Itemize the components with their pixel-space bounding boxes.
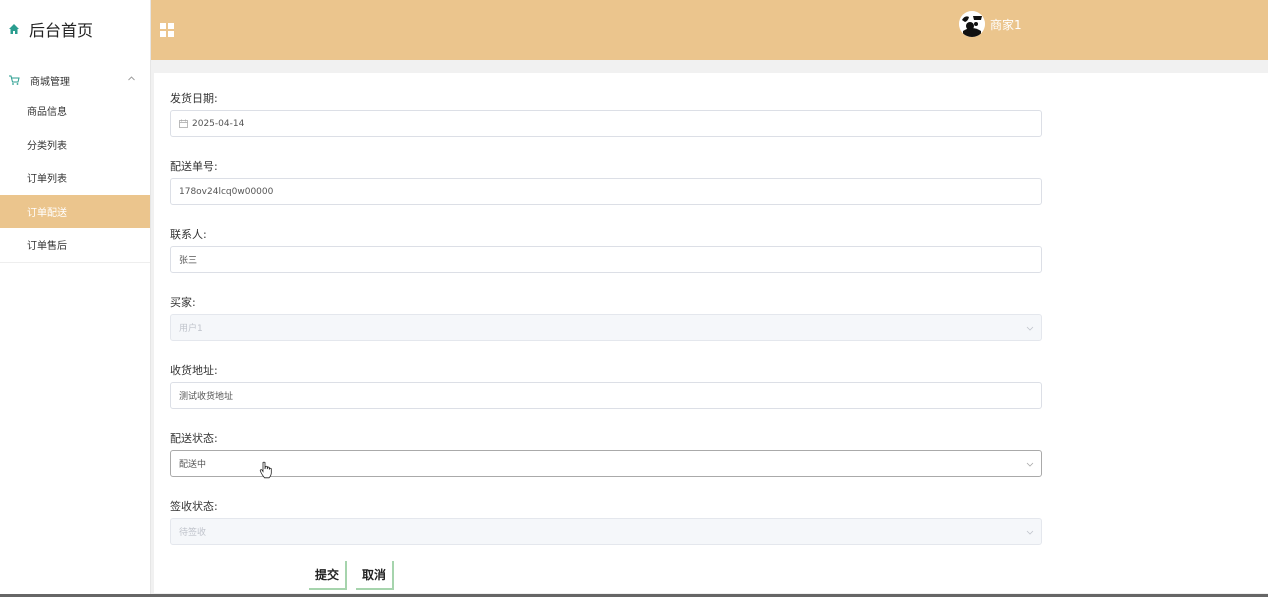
ship-date-value: 2025-04-14 [192, 118, 245, 129]
tracking-no-value: 178ov24lcq0w00000 [179, 186, 274, 197]
contact-value: 张三 [179, 256, 198, 266]
home-icon [9, 24, 19, 34]
submit-button[interactable]: 提交 [309, 561, 348, 590]
ship-date-label: 发货日期: [170, 92, 218, 105]
sign-status-select: 待签收 [170, 518, 1042, 545]
chevron-down-icon [1026, 326, 1034, 331]
contact-input[interactable]: 张三 [170, 246, 1042, 273]
sidebar: 后台首页 商城管理 商品信息 分类列表 订单列表 订单配送 订单售后 [0, 0, 151, 597]
chevron-down-icon [1026, 462, 1034, 467]
user-menu[interactable]: 商家1 [959, 11, 1022, 37]
calendar-icon [179, 119, 188, 128]
brand-label: 后台首页 [29, 21, 94, 40]
sign-status-label: 签收状态: [170, 500, 218, 513]
sidebar-item-product-info[interactable]: 商品信息 [0, 94, 150, 128]
buyer-select: 用户1 [170, 314, 1042, 341]
tracking-no-input[interactable]: 178ov24lcq0w00000 [170, 178, 1042, 205]
sign-status-value: 待签收 [179, 528, 207, 538]
brand-home-link[interactable]: 后台首页 [0, 0, 150, 58]
sidebar-item-order-delivery[interactable]: 订单配送 [0, 194, 150, 228]
ship-date-picker[interactable]: 2025-04-14 [170, 110, 1042, 137]
menu-group-mall: 商城管理 商品信息 分类列表 订单列表 订单配送 订单售后 [0, 66, 150, 263]
sidebar-item-order-list[interactable]: 订单列表 [0, 161, 150, 195]
chevron-up-icon [128, 76, 135, 81]
hand-cursor-icon [259, 461, 272, 479]
menu-group-label: 商城管理 [30, 76, 70, 88]
tracking-no-label: 配送单号: [170, 160, 218, 173]
user-name: 商家1 [990, 17, 1022, 32]
avatar [959, 11, 985, 37]
top-header: 商家1 [151, 0, 1268, 60]
cancel-button[interactable]: 取消 [356, 561, 395, 590]
address-value: 测试收货地址 [179, 392, 234, 402]
delivery-status-label: 配送状态: [170, 432, 218, 445]
sidebar-item-after-sales[interactable]: 订单售后 [0, 228, 150, 262]
buyer-label: 买家: [170, 296, 196, 309]
buyer-value: 用户1 [179, 324, 203, 334]
grid-icon[interactable] [160, 23, 174, 37]
address-input[interactable]: 测试收货地址 [170, 382, 1042, 409]
delivery-status-select[interactable]: 配送中 [170, 450, 1042, 477]
delivery-status-value: 配送中 [179, 460, 207, 470]
menu-group-header[interactable]: 商城管理 [0, 66, 150, 94]
address-label: 收货地址: [170, 364, 218, 377]
cart-icon [9, 75, 20, 85]
sidebar-item-category-list[interactable]: 分类列表 [0, 128, 150, 162]
chevron-down-icon [1026, 530, 1034, 535]
contact-label: 联系人: [170, 228, 207, 241]
